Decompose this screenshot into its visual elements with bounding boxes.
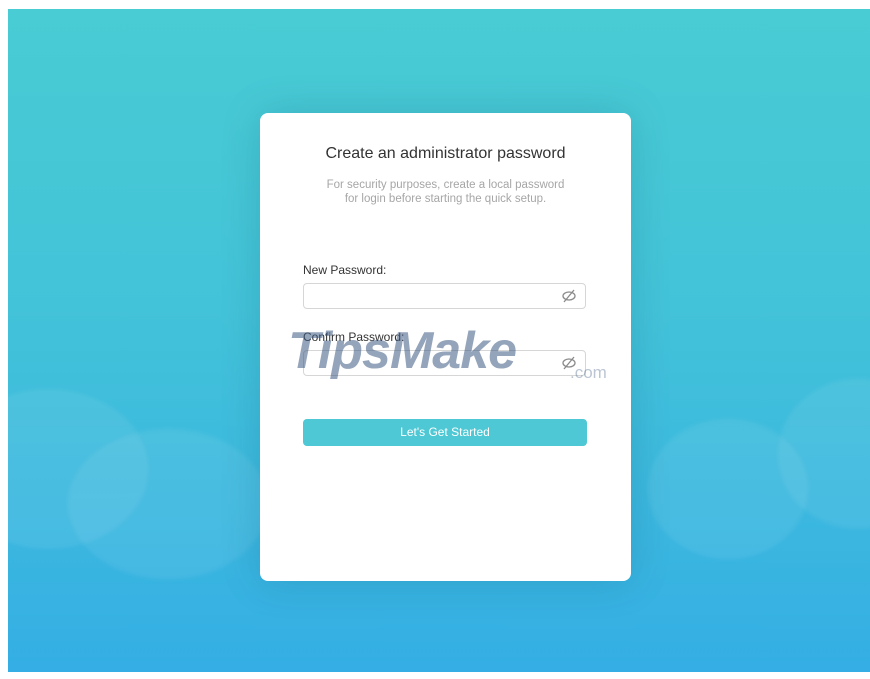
new-password-field[interactable] <box>303 283 586 309</box>
setup-background: Create an administrator password For sec… <box>8 9 870 672</box>
confirm-password-label: Confirm Password: <box>303 330 405 344</box>
new-password-input[interactable] <box>310 287 550 305</box>
confirm-password-field[interactable] <box>303 350 586 376</box>
background-cloud <box>68 429 268 579</box>
dialog-title: Create an administrator password <box>325 145 566 162</box>
password-dialog: Create an administrator password For sec… <box>260 113 631 581</box>
dialog-subtitle: For security purposes, create a local pa… <box>290 178 601 206</box>
eye-off-icon[interactable] <box>561 356 577 370</box>
confirm-password-input[interactable] <box>310 354 550 372</box>
get-started-button[interactable]: Let's Get Started <box>303 419 587 446</box>
new-password-label: New Password: <box>303 263 387 277</box>
subtitle-line: For security purposes, create a local pa… <box>326 179 565 191</box>
eye-off-icon[interactable] <box>561 289 577 303</box>
subtitle-line: for login before starting the quick setu… <box>344 193 547 205</box>
